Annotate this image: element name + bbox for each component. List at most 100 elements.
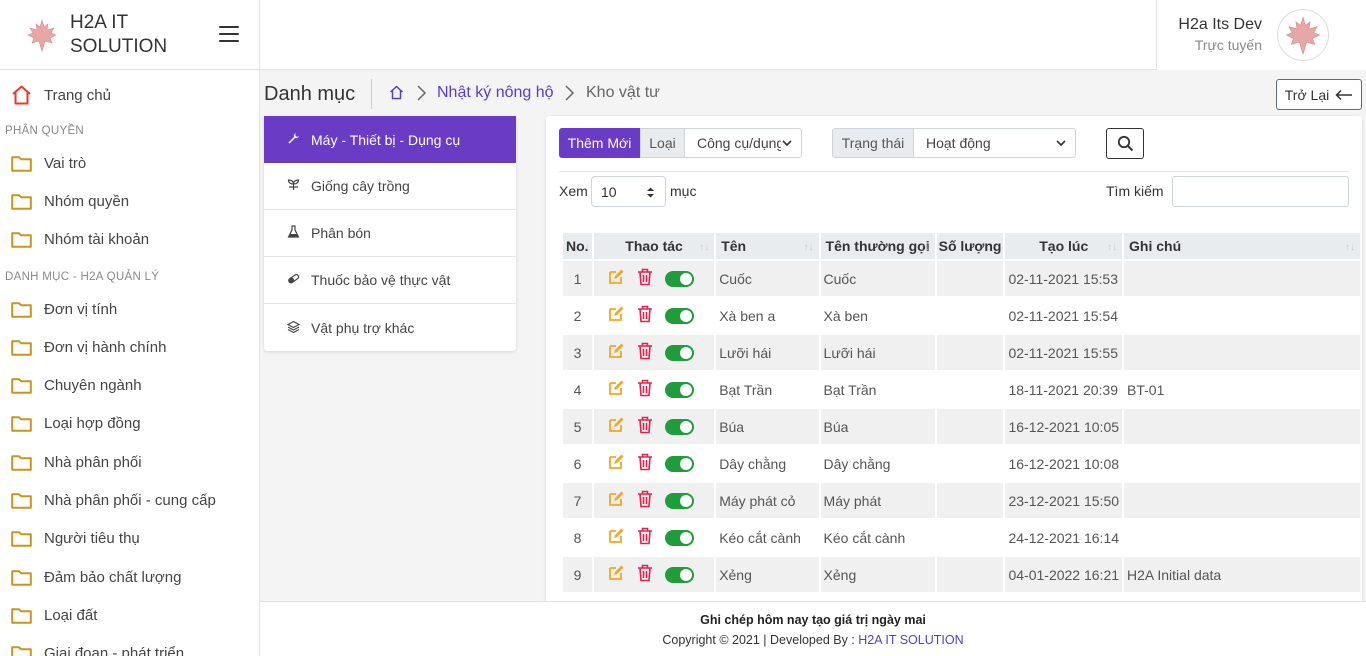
avatar[interactable]: [1277, 9, 1329, 61]
folder-icon: [11, 492, 32, 509]
sidebar-item-label: Đơn vị hành chính: [44, 338, 167, 356]
table-row: 3 Lưỡi hái Lưỡi hái 02-11-2021 15:55: [563, 335, 1360, 370]
col-header-actions[interactable]: Thao tác ↑↓: [593, 233, 715, 259]
active-toggle[interactable]: [664, 492, 694, 509]
edit-icon[interactable]: [607, 305, 625, 326]
sidebar-item[interactable]: Nhà phân phối: [0, 443, 259, 481]
sidebar-item[interactable]: Người tiêu thụ: [0, 520, 259, 558]
cell-common-name: Lưỡi hái: [820, 335, 935, 370]
active-toggle[interactable]: [664, 566, 694, 583]
active-toggle[interactable]: [664, 418, 694, 435]
cell-note: H2A Initial data: [1124, 557, 1360, 592]
sidebar-item-label: Chuyên ngành: [44, 377, 142, 395]
search-button[interactable]: [1106, 128, 1144, 159]
edit-icon[interactable]: [607, 416, 625, 437]
delete-icon[interactable]: [637, 564, 653, 585]
sidebar-item[interactable]: Nhóm tài khoản: [0, 221, 259, 259]
edit-icon[interactable]: [607, 342, 625, 363]
type-select[interactable]: Công cụ/dụng cụ: [684, 128, 802, 158]
cell-name: Xẻng: [716, 557, 819, 592]
active-toggle[interactable]: [664, 270, 694, 287]
delete-icon[interactable]: [637, 379, 653, 400]
delete-icon[interactable]: [637, 490, 653, 511]
page-size-select[interactable]: 10: [591, 176, 666, 207]
delete-icon[interactable]: [637, 342, 653, 363]
seedling-icon: [286, 178, 300, 194]
sidebar-item-label: Nhà phân phối: [44, 453, 142, 471]
edit-icon[interactable]: [607, 379, 625, 400]
cell-quantity: [936, 261, 1004, 296]
breadcrumb-home-icon[interactable]: [389, 85, 404, 105]
sidebar-item[interactable]: Đảm bảo chất lượng: [0, 558, 259, 596]
search-input[interactable]: [1172, 176, 1349, 207]
edit-icon[interactable]: [607, 564, 625, 585]
delete-icon[interactable]: [637, 305, 653, 326]
data-table: No. ↓ Thao tác ↑↓ Tên ↑↓ Tên thường gọi ↑↓ S…: [561, 231, 1362, 606]
delete-icon[interactable]: [637, 268, 653, 289]
type-select-value: Công cụ/dụng cụ: [697, 135, 781, 151]
sidebar-item[interactable]: Giai đoạn - phát triển: [0, 635, 259, 656]
col-header-note[interactable]: Ghi chú ↑↓: [1124, 233, 1360, 259]
col-header-no[interactable]: No. ↓: [563, 233, 592, 259]
category-item[interactable]: Vật phụ trợ khác: [264, 304, 516, 351]
cell-name: Kéo cắt cành: [716, 520, 819, 555]
sidebar-item[interactable]: Loại đất: [0, 596, 259, 634]
cell-note: [1124, 483, 1360, 518]
col-header-quantity[interactable]: Số lượng: [936, 233, 1004, 259]
user-box[interactable]: H2a Its Dev Trực tuyến: [1156, 0, 1366, 70]
footer: Ghi chép hôm nay tạo giá trị ngày mai Co…: [260, 601, 1366, 656]
edit-icon[interactable]: [607, 490, 625, 511]
breadcrumb-link[interactable]: Nhật ký nông hộ: [437, 84, 554, 102]
sidebar-item[interactable]: Chuyên ngành: [0, 367, 259, 405]
page-title: Danh mục: [264, 83, 356, 105]
cell-actions: [593, 520, 715, 555]
delete-icon[interactable]: [637, 416, 653, 437]
folder-icon: [11, 607, 32, 624]
folder-icon: [11, 301, 32, 318]
active-toggle[interactable]: [664, 529, 694, 546]
folder-icon: [11, 645, 32, 656]
sidebar-item[interactable]: Nhóm quyền: [0, 182, 259, 220]
category-item[interactable]: Phân bón: [264, 210, 516, 257]
sidebar-item[interactable]: Nhà phân phối - cung cấp: [0, 482, 259, 520]
cell-common-name: Bạt Trần: [820, 372, 935, 407]
active-toggle[interactable]: [664, 307, 694, 324]
folder-icon: [11, 193, 32, 210]
col-header-created[interactable]: Tạo lúc ↑↓: [1005, 233, 1123, 259]
sidebar-item[interactable]: Đơn vị tính: [0, 290, 259, 328]
table-row: 8 Kéo cắt cành Kéo cắt cành 24-12-2021 16:1…: [563, 520, 1360, 555]
table-row: 4 Bạt Trần Bạt Trần 18-11-2021 20:39 BT-01: [563, 372, 1360, 407]
category-panel: Máy - Thiết bị - Dụng cụ Giống cây trồng…: [264, 116, 516, 351]
cell-no: 7: [563, 483, 592, 518]
menu-toggle-icon[interactable]: [219, 26, 239, 42]
edit-icon[interactable]: [607, 527, 625, 548]
sidebar-item[interactable]: Loại hợp đồng: [0, 405, 259, 443]
status-select[interactable]: Hoạt động: [913, 128, 1076, 158]
cell-name: Lưỡi hái: [716, 335, 819, 370]
back-button[interactable]: Trở Lại: [1276, 79, 1362, 110]
category-label: Máy - Thiết bị - Dụng cụ: [311, 131, 461, 148]
sidebar-item[interactable]: Đơn vị hành chính: [0, 328, 259, 366]
sidebar-item-label: Loại hợp đồng: [44, 415, 141, 433]
category-item[interactable]: Giống cây trồng: [264, 163, 516, 210]
cell-note: [1124, 446, 1360, 481]
col-header-name[interactable]: Tên ↑↓: [716, 233, 819, 259]
active-toggle[interactable]: [664, 455, 694, 472]
table-row: 5 Búa Búa 16-12-2021 10:05: [563, 409, 1360, 444]
sidebar-item[interactable]: Vai trò: [0, 144, 259, 182]
col-header-common-name[interactable]: Tên thường gọi ↑↓: [820, 233, 935, 259]
category-label: Vật phụ trợ khác: [311, 319, 415, 336]
cell-actions: [593, 335, 715, 370]
sidebar-item-home[interactable]: Trang chủ: [0, 76, 259, 114]
user-status: Trực tuyến: [1194, 37, 1262, 53]
edit-icon[interactable]: [607, 268, 625, 289]
category-item[interactable]: Thuốc bảo vệ thực vật: [264, 257, 516, 304]
delete-icon[interactable]: [637, 527, 653, 548]
company-link[interactable]: H2A IT SOLUTION: [858, 633, 963, 647]
active-toggle[interactable]: [664, 344, 694, 361]
active-toggle[interactable]: [664, 381, 694, 398]
category-item[interactable]: Máy - Thiết bị - Dụng cụ: [264, 116, 516, 163]
add-new-button[interactable]: Thêm Mới: [559, 128, 640, 158]
delete-icon[interactable]: [637, 453, 653, 474]
edit-icon[interactable]: [607, 453, 625, 474]
